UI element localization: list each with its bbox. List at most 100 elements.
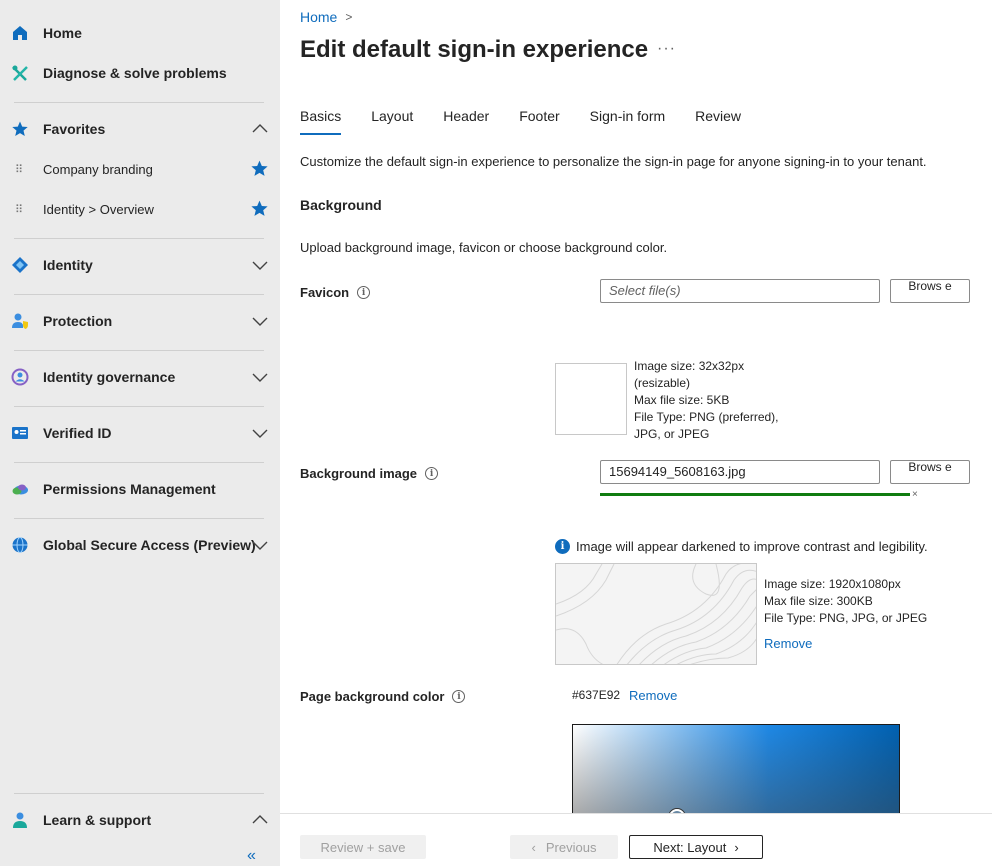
chevron-down-icon[interactable] <box>250 535 270 555</box>
chevron-down-icon[interactable] <box>250 423 270 443</box>
nav-identity-governance-label: Identity governance <box>43 369 176 385</box>
favicon-preview <box>555 363 627 435</box>
nav-global-secure-access[interactable]: Global Secure Access (Preview) <box>0 525 280 565</box>
drag-handle-icon[interactable]: ⠿ <box>15 163 23 176</box>
nav-diagnose-label: Diagnose & solve problems <box>43 65 227 81</box>
nav-global-secure-access-label: Global Secure Access (Preview) <box>43 537 256 553</box>
tab-layout[interactable]: Layout <box>371 108 413 132</box>
spec-line: File Type: PNG (preferred), <box>634 410 779 424</box>
nav-identity-governance[interactable]: Identity governance <box>0 357 280 397</box>
fav-item-identity-overview[interactable]: ⠿ Identity > Overview <box>0 191 280 227</box>
remove-background-image-link[interactable]: Remove <box>764 636 812 651</box>
background-image-preview <box>555 563 757 665</box>
upload-progress-bar <box>600 493 910 496</box>
tab-bar: Basics Layout Header Footer Sign-in form… <box>300 108 771 135</box>
drag-handle-icon[interactable]: ⠿ <box>15 203 23 216</box>
spec-line: File Type: PNG, JPG, or JPEG <box>764 611 928 625</box>
review-save-button[interactable]: Review + save <box>300 835 426 859</box>
tab-review[interactable]: Review <box>695 108 741 132</box>
nav-protection-label: Protection <box>43 313 113 329</box>
chevron-down-icon[interactable] <box>250 255 270 275</box>
divider <box>14 518 264 519</box>
tab-sign-in-form[interactable]: Sign-in form <box>590 108 665 132</box>
close-icon[interactable]: × <box>912 489 918 500</box>
tab-header[interactable]: Header <box>443 108 489 132</box>
favicon-file-input[interactable]: Select file(s) <box>600 279 880 303</box>
background-image-browse-button[interactable]: Brows e <box>890 460 970 484</box>
chevron-up-icon[interactable] <box>250 119 270 139</box>
info-icon[interactable]: i <box>357 286 371 299</box>
breadcrumb-separator: > <box>345 10 353 24</box>
person-support-icon <box>11 811 29 829</box>
nav-identity[interactable]: Identity <box>0 245 280 285</box>
favicon-browse-button[interactable]: Brows e <box>890 279 970 303</box>
tab-basics[interactable]: Basics <box>300 108 342 135</box>
remove-color-link[interactable]: Remove <box>629 688 677 703</box>
intro-text: Customize the default sign-in experience… <box>300 154 927 169</box>
spec-line: Max file size: 300KB <box>764 594 873 608</box>
star-filled-icon[interactable] <box>250 199 269 218</box>
footer-bar: Review + save ‹ Previous Next: Layout › <box>280 813 992 866</box>
divider <box>14 793 264 794</box>
cloud-icon <box>11 480 29 498</box>
info-icon[interactable]: i <box>452 690 466 703</box>
nav-verified-id[interactable]: Verified ID <box>0 413 280 453</box>
background-description: Upload background image, favicon or choo… <box>300 240 668 255</box>
chevron-up-icon[interactable] <box>250 810 270 830</box>
nav-verified-id-label: Verified ID <box>43 425 112 441</box>
sidebar: Home Diagnose & solve problems Favorites… <box>0 0 280 866</box>
background-image-file-input[interactable]: 15694149_5608163.jpg <box>600 460 880 484</box>
nav-protection[interactable]: Protection <box>0 301 280 341</box>
fav-item-company-branding[interactable]: ⠿ Company branding <box>0 151 280 187</box>
chevron-down-icon[interactable] <box>250 311 270 331</box>
spec-line: (resizable) <box>634 376 691 390</box>
spec-line: Image size: 1920x1080px <box>764 577 901 591</box>
topographic-pattern-image <box>556 564 756 664</box>
governance-icon <box>11 368 29 386</box>
favicon-label-text: Favicon <box>300 285 350 300</box>
nav-permissions-management[interactable]: Permissions Management <box>0 469 280 509</box>
next-layout-button[interactable]: Next: Layout › <box>629 835 763 859</box>
nav-diagnose[interactable]: Diagnose & solve problems <box>0 53 280 93</box>
spec-line: JPG, or JPEG <box>634 427 710 441</box>
divider <box>14 102 264 103</box>
nav-learn-label: Learn & support <box>43 812 152 828</box>
favicon-label: Favicon i <box>300 285 371 300</box>
nav-learn-support[interactable]: Learn & support <box>0 800 280 840</box>
id-card-icon <box>11 424 29 442</box>
color-picker-canvas[interactable] <box>572 724 900 814</box>
spec-line: Max file size: 5KB <box>634 393 730 407</box>
background-image-label: Background image i <box>300 466 439 481</box>
nav-favorites-label: Favorites <box>43 121 106 137</box>
favicon-spec: Image size: 32x32px (resizable) Max file… <box>634 358 779 443</box>
fav-item-label: Identity > Overview <box>43 201 154 217</box>
collapse-sidebar-icon[interactable]: « <box>247 847 256 865</box>
star-filled-icon[interactable] <box>250 159 269 178</box>
notice-text: Image will appear darkened to improve co… <box>576 539 928 554</box>
nav-home[interactable]: Home <box>0 13 280 53</box>
divider <box>14 294 264 295</box>
section-heading-background: Background <box>300 197 382 213</box>
chevron-left-icon: ‹ <box>531 839 536 855</box>
chevron-down-icon[interactable] <box>250 367 270 387</box>
nav-home-label: Home <box>43 25 82 41</box>
breadcrumb-home[interactable]: Home <box>300 9 337 25</box>
page-title: Edit default sign-in experience <box>300 36 649 63</box>
more-options-icon[interactable]: ··· <box>657 40 676 58</box>
wrench-screwdriver-icon <box>11 64 29 82</box>
tab-footer[interactable]: Footer <box>519 108 559 132</box>
nav-favorites[interactable]: Favorites <box>0 109 280 149</box>
info-filled-icon: i <box>555 539 570 554</box>
fav-item-label: Company branding <box>43 161 153 177</box>
nav-permissions-label: Permissions Management <box>43 481 216 497</box>
home-icon <box>11 24 29 42</box>
globe-icon <box>11 536 29 554</box>
darkened-notice: i Image will appear darkened to improve … <box>555 539 928 554</box>
main-content: Home > Edit default sign-in experience ·… <box>280 0 992 866</box>
info-icon[interactable]: i <box>425 467 439 480</box>
previous-button[interactable]: ‹ Previous <box>510 835 618 859</box>
page-background-color-label-text: Page background color <box>300 689 445 704</box>
previous-label: Previous <box>545 839 597 855</box>
spec-line: Image size: 32x32px <box>634 359 745 373</box>
next-label: Next: Layout <box>653 839 727 855</box>
